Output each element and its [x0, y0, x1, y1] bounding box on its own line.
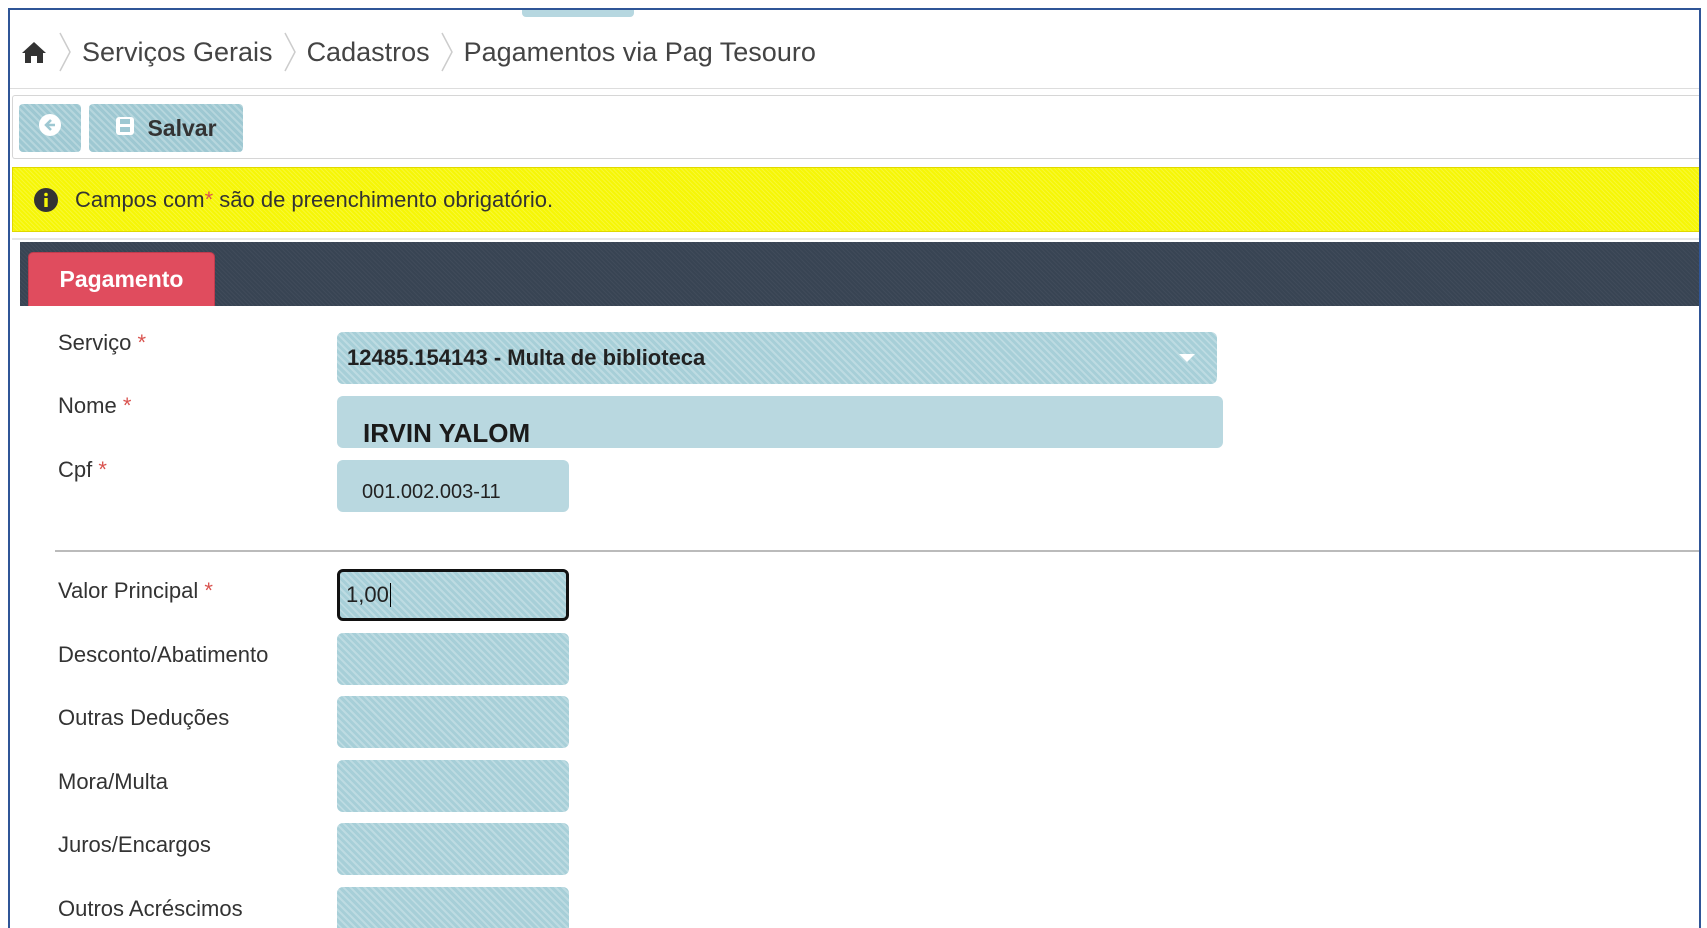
back-arrow-icon [38, 113, 62, 143]
breadcrumb-item-pagamentos: Pagamentos via Pag Tesouro [463, 36, 816, 67]
juros-encargos-input[interactable] [337, 823, 569, 875]
alert-star: * [204, 186, 214, 212]
breadcrumb: Serviços Gerais Cadastros Pagamentos via… [10, 16, 1699, 89]
required-star: * [137, 330, 147, 355]
required-star: * [204, 578, 213, 603]
required-star: * [98, 457, 107, 482]
toolbar: Salvar [12, 95, 1699, 159]
save-button-label: Salvar [147, 114, 217, 141]
alert-text-before: Campos com [75, 186, 205, 212]
mora-multa-input[interactable] [337, 760, 569, 812]
servico-select-value: 12485.154143 - Multa de biblioteca [347, 345, 706, 370]
servico-label: Serviço * [58, 330, 146, 356]
cpf-label: Cpf * [58, 457, 107, 483]
valor-principal-input-value: 1,00 [346, 582, 389, 607]
servico-select[interactable]: 12485.154143 - Multa de biblioteca [337, 332, 1217, 384]
mora-multa-label: Mora/Multa [58, 769, 169, 794]
alert-text-after: são de preenchimento obrigatório. [213, 186, 554, 212]
form-divider [55, 550, 1699, 552]
nome-input-value: IRVIN YALOM [363, 417, 531, 448]
home-icon[interactable] [20, 38, 48, 66]
save-button[interactable]: Salvar [89, 104, 243, 152]
tab-bar: Pagamento [20, 242, 1699, 306]
outros-acrescimos-label: Outros Acréscimos [58, 896, 243, 921]
app-window: Serviços Gerais Cadastros Pagamentos via… [8, 8, 1701, 928]
outras-deducoes-label: Outras Deduções [58, 705, 230, 730]
nome-label-text: Nome [58, 393, 117, 418]
breadcrumb-separator [283, 32, 296, 72]
breadcrumb-separator [59, 32, 71, 72]
cpf-input-value: 001.002.003-11 [362, 480, 501, 503]
nome-label: Nome * [58, 393, 131, 419]
servico-label-text: Serviço [58, 330, 132, 355]
save-icon [115, 115, 135, 142]
required-star: * [122, 393, 132, 418]
valor-principal-input[interactable]: 1,00 [337, 569, 569, 621]
desconto-label: Desconto/Abatimento [58, 642, 269, 667]
juros-encargos-label: Juros/Encargos [58, 832, 211, 857]
outros-acrescimos-input[interactable] [337, 887, 569, 928]
payment-form: Serviço * 12485.154143 - Multa de biblio… [10, 306, 1699, 928]
text-caret [389, 583, 391, 607]
cpf-input[interactable]: 001.002.003-11 [337, 460, 569, 512]
outras-deducoes-input[interactable] [337, 696, 569, 748]
valor-principal-label-text: Valor Principal [58, 578, 199, 603]
back-button[interactable] [19, 104, 81, 152]
chevron-down-icon [1179, 354, 1195, 362]
desconto-input[interactable] [337, 633, 569, 685]
nome-input[interactable]: IRVIN YALOM [337, 396, 1223, 448]
breadcrumb-item-cadastros[interactable]: Cadastros [307, 37, 430, 68]
tab-pagamento[interactable]: Pagamento [28, 252, 215, 306]
required-fields-alert: Campos com * são de preenchimento obriga… [12, 167, 1699, 232]
breadcrumb-separator [440, 32, 453, 72]
info-icon [33, 187, 59, 213]
panel-separator [12, 238, 1699, 240]
cpf-label-text: Cpf [58, 457, 93, 482]
breadcrumb-item-servicos-gerais[interactable]: Serviços Gerais [82, 37, 273, 68]
valor-principal-label: Valor Principal * [58, 578, 213, 604]
